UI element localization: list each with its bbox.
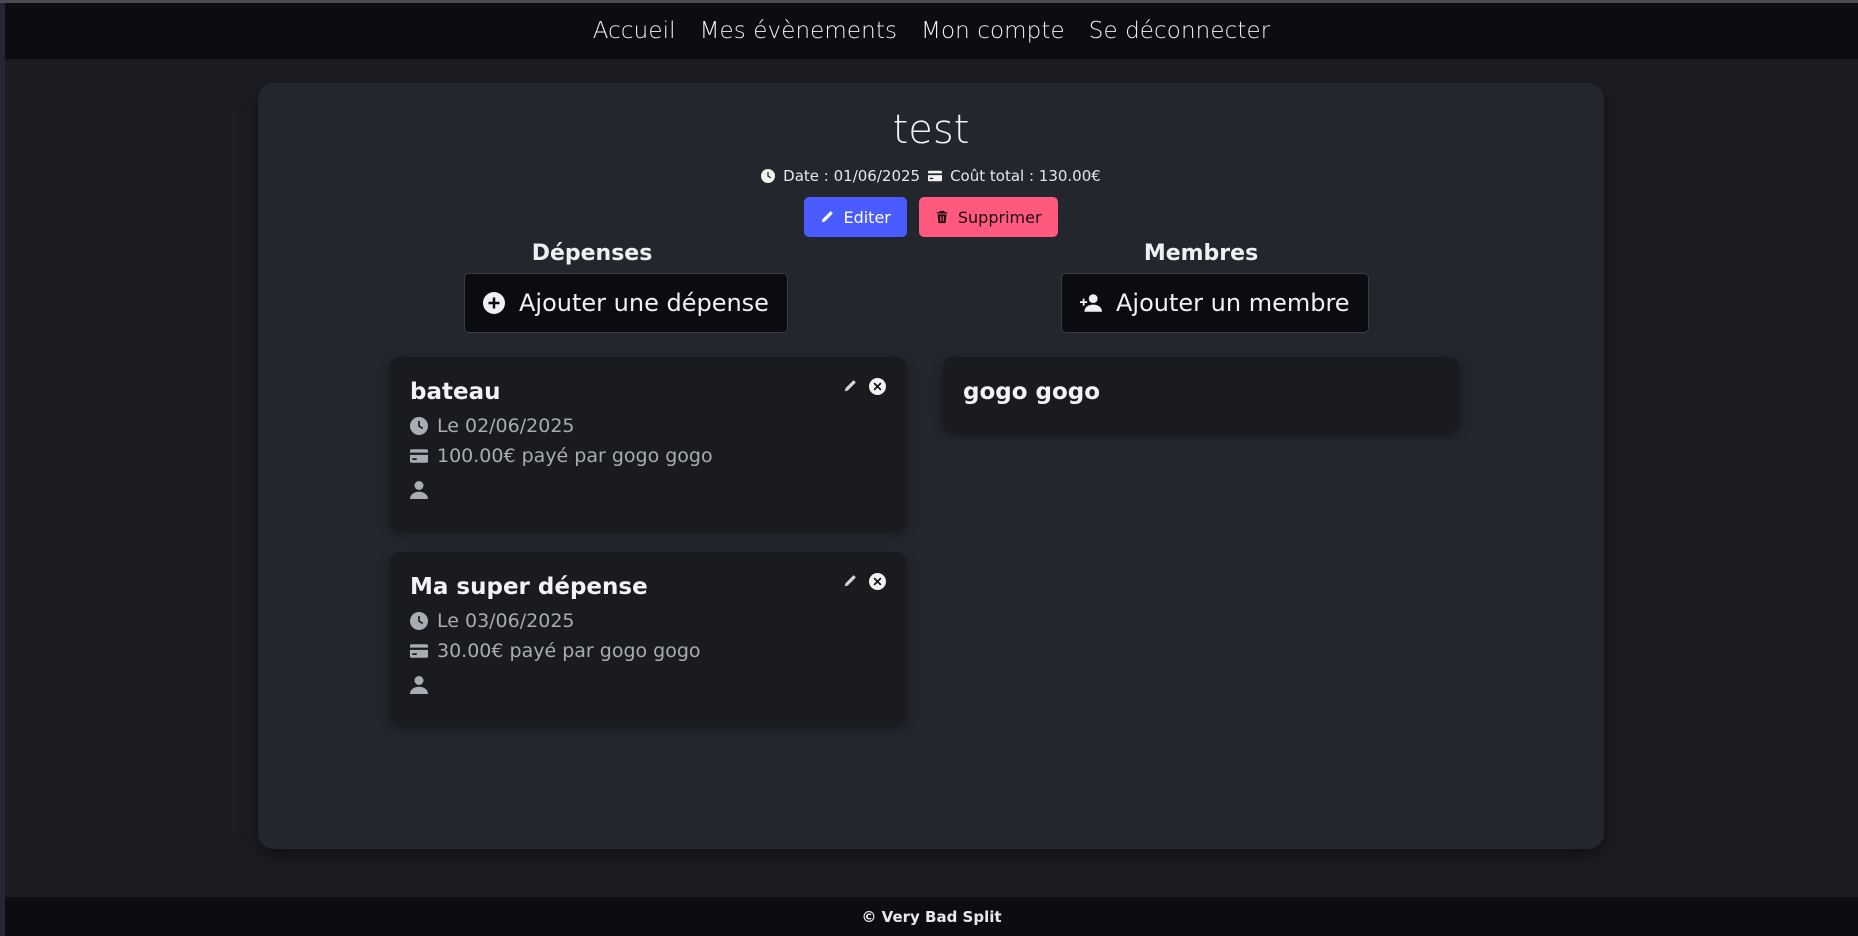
event-total: Coût total : 130.00€ [928,167,1101,185]
user-icon [410,481,428,499]
expense-actions [841,377,886,395]
delete-button-label: Supprimer [957,207,1042,227]
delete-expense-button[interactable] [869,377,886,395]
expense-date: Le 02/06/2025 [437,415,575,437]
member-name: gogo gogo [963,379,1101,405]
edit-expense-button[interactable] [841,377,859,395]
trash-icon [936,210,948,224]
expense-name: bateau [410,379,501,405]
footer: © Very Bad Split [5,897,1858,936]
clock-icon [410,612,428,630]
pencil-icon [844,380,856,392]
expense-participants-row [410,481,428,499]
nav-mon-compte[interactable]: Mon compte [921,18,1065,44]
event-title: test [892,107,970,153]
event-meta: Date : 01/06/2025 Coût total : 130.00€ [258,167,1604,185]
members-title: Membres [1143,241,1259,266]
add-member-label: Ajouter un membre [1116,289,1350,317]
nav-accueil[interactable]: Accueil [593,18,676,44]
expense-amount-row: 100.00€ payé par gogo gogo [410,445,713,467]
nav-se-deconnecter[interactable]: Se déconnecter [1089,18,1271,44]
edit-button[interactable]: Editer [804,197,907,237]
add-expense-label: Ajouter une dépense [519,289,769,317]
expense-participants-row [410,676,428,694]
expense-date-row: Le 03/06/2025 [410,610,575,632]
expense-date: Le 03/06/2025 [437,610,575,632]
top-navbar: Accueil Mes évènements Mon compte Se déc… [5,3,1858,59]
expense-card: bateau Le 02/06/2025 100.00€ payé par go… [390,357,906,529]
delete-expense-button[interactable] [869,572,886,590]
expense-card: Ma super dépense Le 03/06/2025 30.00€ pa… [390,552,906,724]
expense-name: Ma super dépense [410,574,648,600]
plus-circle-icon [483,292,505,314]
event-total-text: Coût total : 130.00€ [950,167,1101,185]
add-member-button[interactable]: Ajouter un membre [1061,273,1369,333]
delete-button[interactable]: Supprimer [918,197,1058,237]
event-card: test Date : 01/06/2025 Coût total : 130.… [258,83,1604,849]
expenses-title: Dépenses [531,241,653,266]
expense-actions [841,572,886,590]
pencil-icon [822,211,834,223]
window-left-edge [0,3,5,936]
member-card[interactable]: gogo gogo [943,357,1459,431]
credit-card-icon [410,644,428,658]
nav-mes-evenements[interactable]: Mes évènements [700,18,897,44]
event-actions: Editer Supprimer [258,197,1604,237]
expense-date-row: Le 02/06/2025 [410,415,575,437]
expense-amount-row: 30.00€ payé par gogo gogo [410,640,701,662]
credit-card-icon [928,170,943,182]
user-plus-icon [1080,294,1102,312]
credit-card-icon [410,449,428,463]
event-date-text: Date : 01/06/2025 [783,167,921,185]
edit-expense-button[interactable] [841,572,859,590]
close-icon [873,382,882,390]
clock-icon [410,417,428,435]
close-icon [873,577,882,585]
edit-button-label: Editer [843,207,891,227]
add-expense-button[interactable]: Ajouter une dépense [464,273,788,333]
footer-text: © Very Bad Split [861,907,1002,926]
expense-amount: 100.00€ payé par gogo gogo [437,445,713,467]
expense-amount: 30.00€ payé par gogo gogo [437,640,701,662]
event-date: Date : 01/06/2025 [761,167,920,185]
pencil-icon [844,575,856,587]
clock-icon [761,169,776,183]
user-icon [410,676,428,694]
